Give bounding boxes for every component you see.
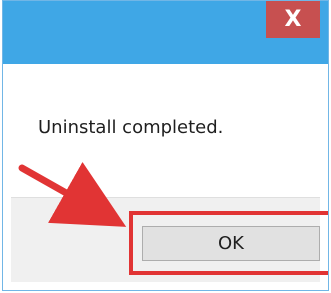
dialog-button-area: OK <box>11 197 328 282</box>
dialog-content: Uninstall completed. <box>11 64 320 197</box>
close-button[interactable]: X <box>266 1 320 38</box>
uninstall-completed-message: Uninstall completed. <box>38 117 224 138</box>
ok-button[interactable]: OK <box>142 226 320 261</box>
ok-button-highlight: OK <box>129 211 328 275</box>
dialog-titlebar: X <box>3 1 328 64</box>
screenshot-stage: X Uninstall completed. OK <box>0 0 331 293</box>
uninstall-dialog: X Uninstall completed. OK <box>2 0 329 291</box>
